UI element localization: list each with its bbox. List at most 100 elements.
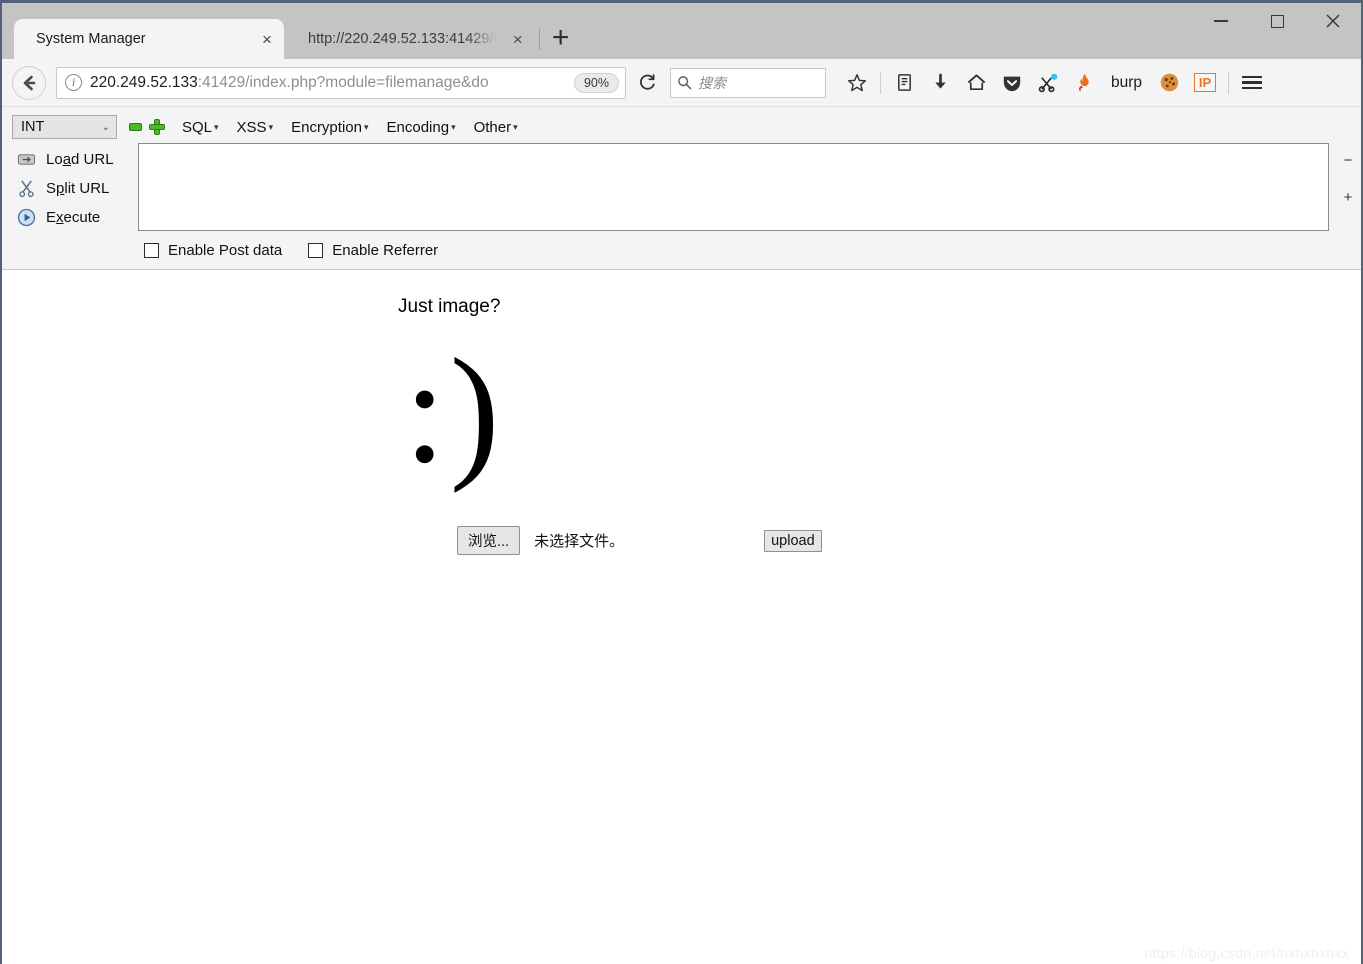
- hackbar-body: Load URL Split URL Execute − +: [2, 143, 1361, 232]
- bookmark-star-icon[interactable]: [840, 66, 874, 100]
- hackbar-url-textarea[interactable]: [138, 143, 1329, 231]
- hackbar-menu-encryption[interactable]: Encryption ▾: [291, 119, 368, 136]
- execute-label: Execute: [46, 209, 101, 226]
- split-url-label: Split URL: [46, 180, 110, 197]
- split-url-icon: [16, 179, 36, 199]
- browse-file-button[interactable]: 浏览...: [457, 526, 521, 555]
- pane-shrink-button[interactable]: −: [1344, 153, 1353, 168]
- navigation-toolbar: i 220.249.52.133:41429/index.php?module=…: [2, 59, 1361, 107]
- split-url-button[interactable]: Split URL: [6, 174, 138, 203]
- chevron-down-icon: ▾: [268, 121, 274, 132]
- menu-label: XSS: [236, 118, 267, 136]
- close-icon: [1326, 14, 1340, 28]
- maximize-button[interactable]: [1249, 3, 1305, 39]
- tab-system-manager[interactable]: System Manager ×: [14, 19, 284, 59]
- tab-divider: [538, 28, 540, 50]
- page-content: Just image? :) 浏览... 未选择文件。 upload https…: [2, 270, 1361, 964]
- enable-post-data-checkbox[interactable]: Enable Post data: [144, 242, 282, 259]
- ip-badge-icon[interactable]: IP: [1188, 66, 1222, 100]
- hackbar-icon[interactable]: [1031, 66, 1065, 100]
- url-host: 220.249.52.133: [90, 73, 198, 91]
- hackbar-panel: INT ⌄ SQL ▾ XSS ▾ Encryption ▾ Encoding ▾ Ot…: [2, 107, 1361, 270]
- page-title: Just image?: [398, 296, 501, 317]
- hackbar-menu-sql[interactable]: SQL ▾: [182, 119, 219, 136]
- enable-referrer-label: Enable Referrer: [332, 242, 439, 259]
- tab-close-icon[interactable]: ×: [507, 28, 529, 50]
- menu-label: Encoding: [386, 118, 450, 136]
- pocket-icon[interactable]: [995, 66, 1029, 100]
- zoom-level-badge[interactable]: 90%: [573, 72, 619, 93]
- new-tab-button[interactable]: +: [542, 19, 580, 57]
- browser-window: System Manager × http://220.249.52.133:4…: [0, 0, 1363, 964]
- url-bar[interactable]: i 220.249.52.133:41429/index.php?module=…: [56, 66, 626, 99]
- execute-button[interactable]: Execute: [6, 203, 138, 232]
- hackbar-actions: Load URL Split URL Execute: [6, 143, 138, 232]
- toolbar-icons: burp IP: [840, 66, 1269, 100]
- hackbar-pm-group: [129, 120, 164, 134]
- ip-badge-label: IP: [1193, 73, 1217, 92]
- hamburger-glyph: [1242, 75, 1263, 90]
- enable-post-data-label: Enable Post data: [168, 242, 283, 259]
- no-file-selected-label: 未选择文件。: [534, 533, 625, 550]
- watermark-text: https://blog.csdn.net/hxhxhxhxx: [1144, 945, 1349, 961]
- menu-label: Encryption: [291, 118, 362, 136]
- load-url-icon: [16, 150, 36, 170]
- upload-form: 浏览... 未选择文件。 upload: [2, 468, 1361, 555]
- toolbar-divider: [880, 71, 881, 94]
- hackbar-type-value: INT: [21, 119, 45, 135]
- home-icon[interactable]: [959, 66, 993, 100]
- downloads-icon[interactable]: [923, 66, 957, 100]
- chevron-down-icon: ⌄: [101, 121, 110, 133]
- hackbar-pane-resizers: − +: [1335, 143, 1361, 205]
- chevron-down-icon: ▾: [451, 121, 456, 132]
- hackbar-menu-xss[interactable]: XSS ▾: [237, 119, 274, 136]
- tab-title: System Manager: [36, 31, 146, 47]
- toolbar-divider-2: [1228, 71, 1230, 94]
- chevron-down-icon: ▾: [363, 121, 369, 132]
- url-text: 220.249.52.133:41429/index.php?module=fi…: [90, 74, 566, 92]
- hackbar-menu-other[interactable]: Other ▾: [474, 119, 518, 136]
- search-input[interactable]: 搜索: [698, 73, 726, 93]
- back-button[interactable]: [12, 65, 46, 100]
- minimize-button[interactable]: [1193, 3, 1249, 39]
- hackbar-type-select[interactable]: INT ⌄: [12, 115, 117, 139]
- enable-referrer-checkbox[interactable]: Enable Referrer: [308, 242, 438, 259]
- close-button[interactable]: [1305, 3, 1361, 39]
- reload-icon: [639, 74, 655, 90]
- load-url-label: Load URL: [46, 151, 114, 168]
- cookie-icon[interactable]: [1152, 66, 1186, 100]
- minimize-icon: [1214, 20, 1228, 22]
- tab-file-upload-page[interactable]: http://220.249.52.133:41429/i ×: [284, 19, 535, 59]
- execute-icon: [16, 208, 36, 228]
- firebug-flame-icon[interactable]: [1067, 66, 1101, 100]
- window-controls: [1193, 3, 1361, 39]
- maximize-icon: [1270, 14, 1284, 28]
- pane-grow-button[interactable]: +: [1344, 190, 1353, 205]
- tab-title: http://220.249.52.133:41429/i: [308, 31, 497, 47]
- chevron-down-icon: ▾: [513, 121, 518, 132]
- search-icon: [678, 76, 692, 90]
- tab-close-icon[interactable]: ×: [256, 28, 278, 50]
- checkbox-box[interactable]: [144, 243, 159, 258]
- green-plus-icon[interactable]: [150, 120, 164, 134]
- chevron-down-icon: ▾: [214, 121, 219, 132]
- site-info-icon[interactable]: i: [65, 74, 82, 91]
- library-icon[interactable]: [887, 66, 921, 100]
- hackbar-menu-encoding[interactable]: Encoding ▾: [387, 119, 456, 136]
- url-path: :41429/index.php?module=filemanage&do: [197, 73, 489, 91]
- smiley-image: :): [404, 328, 504, 494]
- hackbar-menu-row: INT ⌄ SQL ▾ XSS ▾ Encryption ▾ Encoding ▾ Ot…: [2, 113, 1361, 143]
- tab-strip: System Manager × http://220.249.52.133:4…: [2, 3, 1361, 59]
- upload-submit-button[interactable]: upload: [764, 529, 822, 552]
- hackbar-menus: SQL ▾ XSS ▾ Encryption ▾ Encoding ▾ Other ▾: [182, 119, 518, 136]
- search-bar[interactable]: 搜索: [670, 67, 826, 98]
- checkbox-box[interactable]: [308, 243, 324, 258]
- green-minus-icon[interactable]: [129, 123, 142, 131]
- burp-extension-button[interactable]: burp: [1103, 74, 1150, 92]
- back-arrow-icon: [23, 75, 36, 90]
- hamburger-menu-icon[interactable]: [1235, 66, 1269, 100]
- load-url-button[interactable]: Load URL: [6, 145, 138, 174]
- menu-label: SQL: [182, 118, 213, 136]
- reload-button[interactable]: [630, 66, 664, 100]
- menu-label: Other: [473, 118, 512, 136]
